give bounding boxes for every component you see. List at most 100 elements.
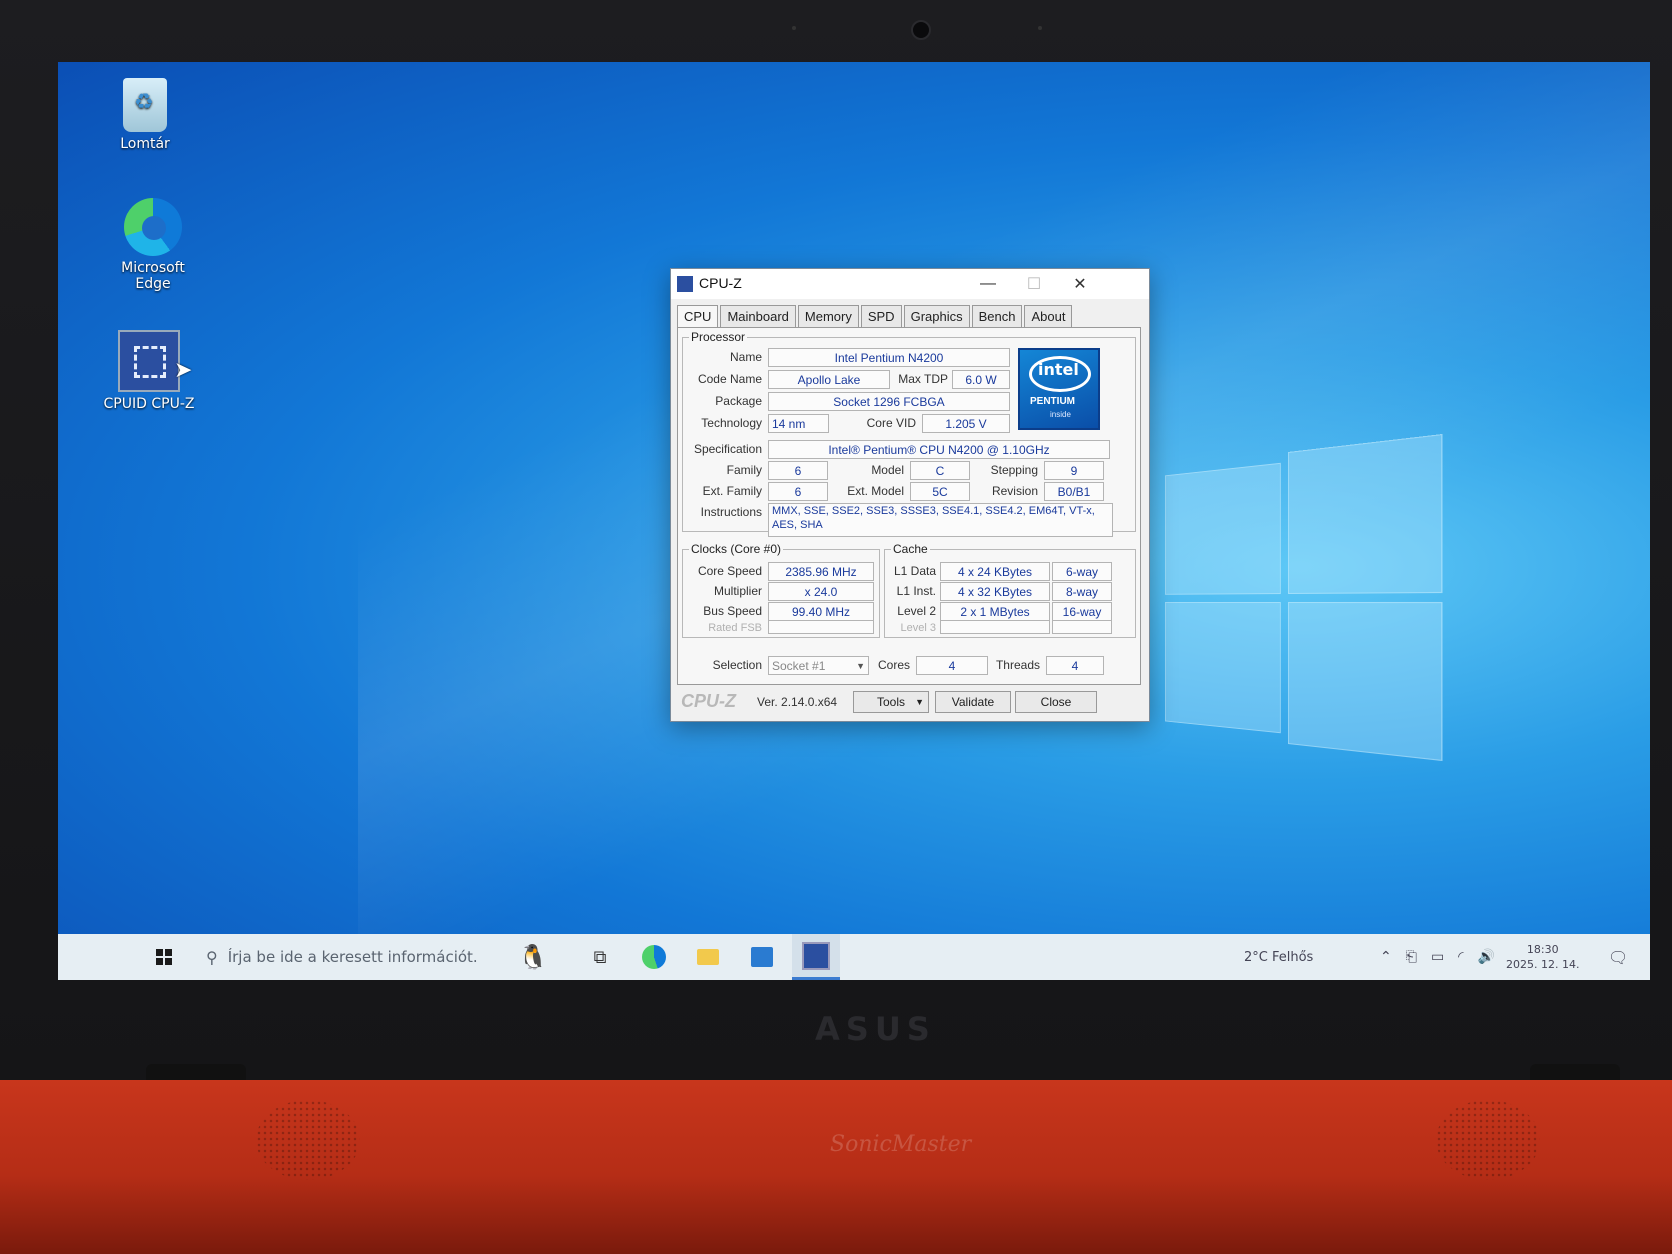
tab-strip: CPU Mainboard Memory SPD Graphics Bench … bbox=[677, 305, 1074, 327]
instructions-value: MMX, SSE, SSE2, SSE3, SSSE3, SSE4.1, SSE… bbox=[768, 503, 1113, 537]
notification-icon[interactable]: 🗨 bbox=[1608, 934, 1628, 980]
mouse-cursor-icon: ➤ bbox=[174, 358, 193, 383]
taskbar-cpuz-button[interactable] bbox=[792, 934, 840, 980]
level3-label: Level 3 bbox=[900, 622, 936, 634]
processor-legend: Processor bbox=[691, 330, 746, 344]
recycle-bin-icon bbox=[123, 78, 167, 132]
selection-dropdown[interactable]: Socket #1 ▼ bbox=[768, 656, 869, 675]
system-tray: ⌃ ⎗ ▭ ◜ 🔊 bbox=[1380, 934, 1495, 980]
multiplier-value: x 24.0 bbox=[768, 582, 874, 601]
windows-wallpaper-logo bbox=[1165, 434, 1443, 769]
windows-start-icon bbox=[156, 949, 172, 965]
weather-widget[interactable]: 2°C Felhős bbox=[1244, 934, 1313, 980]
family-value: 6 bbox=[768, 461, 828, 480]
tab-about[interactable]: About bbox=[1024, 305, 1073, 327]
codename-label: Code Name bbox=[697, 372, 762, 386]
extmodel-label: Ext. Model bbox=[847, 484, 904, 498]
close-window-button[interactable]: ✕ bbox=[1057, 269, 1103, 299]
corespeed-label: Core Speed bbox=[697, 564, 762, 578]
ratedfsb-label: Rated FSB bbox=[708, 622, 762, 634]
task-view-icon[interactable]: ⧉ bbox=[578, 934, 622, 980]
family-label: Family bbox=[726, 463, 762, 477]
l1data-way: 6-way bbox=[1052, 562, 1112, 581]
desktop-icon-edge[interactable]: Microsoft Edge bbox=[98, 198, 208, 292]
tools-label: Tools bbox=[876, 695, 905, 709]
threads-label: Threads bbox=[995, 658, 1040, 672]
instructions-label: Instructions bbox=[700, 505, 762, 519]
keyboard-deck: SonicMaster bbox=[0, 1080, 1672, 1254]
search-highlight-icon[interactable]: 🐧 bbox=[498, 934, 568, 980]
minimize-button[interactable]: — bbox=[965, 269, 1011, 299]
cpuz-icon bbox=[118, 330, 180, 392]
search-icon: ⚲ bbox=[206, 947, 218, 967]
taskbar-store-button[interactable] bbox=[740, 934, 784, 980]
taskbar-search[interactable]: ⚲ Írja be ide a keresett információt. bbox=[206, 940, 546, 974]
extfamily-value: 6 bbox=[768, 482, 828, 501]
multiplier-label: Multiplier bbox=[713, 584, 762, 598]
taskbar-edge-button[interactable] bbox=[632, 934, 676, 980]
level3-value bbox=[940, 620, 1050, 634]
codename-value: Apollo Lake bbox=[768, 370, 890, 389]
tab-bench[interactable]: Bench bbox=[971, 305, 1023, 327]
corevid-label: Core VID bbox=[866, 416, 916, 430]
l1inst-way: 8-way bbox=[1052, 582, 1112, 601]
corespeed-value: 2385.96 MHz bbox=[768, 562, 874, 581]
level2-label: Level 2 bbox=[897, 604, 936, 618]
window-titlebar[interactable]: CPU-Z — ☐ ✕ bbox=[671, 269, 1149, 299]
intel-logo-text: intel bbox=[1038, 360, 1079, 379]
pentium-logo-text: PENTIUM bbox=[1030, 396, 1075, 407]
volume-icon[interactable]: 🔊 bbox=[1478, 949, 1495, 965]
close-button[interactable]: Close bbox=[1015, 691, 1097, 713]
chevron-up-icon[interactable]: ⌃ bbox=[1380, 949, 1392, 965]
desktop-icon-label: Lomtár bbox=[120, 136, 170, 152]
battery-icon[interactable]: ▭ bbox=[1431, 949, 1444, 965]
desktop-icon-label: Microsoft bbox=[121, 260, 185, 276]
tab-cpu[interactable]: CPU bbox=[677, 305, 719, 327]
cpuz-window: CPU-Z — ☐ ✕ CPU Mainboard Memory SPD Gra… bbox=[670, 268, 1150, 722]
validate-button[interactable]: Validate bbox=[935, 691, 1011, 713]
tab-memory[interactable]: Memory bbox=[797, 305, 859, 327]
device-icon[interactable]: ⎗ bbox=[1406, 949, 1417, 965]
edge-icon bbox=[642, 945, 666, 969]
spec-label: Specification bbox=[693, 442, 762, 456]
tab-mainboard[interactable]: Mainboard bbox=[720, 305, 796, 327]
level3-way bbox=[1052, 620, 1112, 634]
tab-graphics[interactable]: Graphics bbox=[903, 305, 970, 327]
window-title: CPU-Z bbox=[699, 275, 742, 291]
busspeed-label: Bus Speed bbox=[703, 604, 762, 618]
taskbar-explorer-button[interactable] bbox=[686, 934, 730, 980]
cache-legend: Cache bbox=[893, 542, 928, 556]
wifi-icon[interactable]: ◜ bbox=[1458, 949, 1463, 965]
extmodel-value: 5C bbox=[910, 482, 970, 501]
clock[interactable]: 18:30 2025. 12. 14. bbox=[1506, 934, 1579, 980]
cores-value: 4 bbox=[916, 656, 988, 675]
level2-way: 16-way bbox=[1052, 602, 1112, 621]
store-icon bbox=[751, 947, 773, 967]
name-label: Name bbox=[729, 350, 762, 364]
revision-label: Revision bbox=[991, 484, 1038, 498]
cpu-tab-panel: Processor Name Intel Pentium N4200 Code … bbox=[677, 327, 1141, 685]
l1inst-label: L1 Inst. bbox=[896, 584, 936, 598]
instructions-line: AES, SHA bbox=[772, 519, 823, 531]
cpuz-app-icon bbox=[677, 276, 693, 292]
start-button[interactable] bbox=[142, 934, 186, 980]
tools-button[interactable]: Tools ▼ bbox=[853, 691, 929, 713]
tab-spd[interactable]: SPD bbox=[860, 305, 902, 327]
bezel-sensor bbox=[1038, 26, 1042, 30]
sonicmaster-logo: SonicMaster bbox=[830, 1132, 972, 1157]
maximize-button[interactable]: ☐ bbox=[1011, 269, 1057, 299]
instructions-line: MMX, SSE, SSE2, SSE3, SSSE3, SSE4.1, SSE… bbox=[772, 505, 1095, 517]
l1data-value: 4 x 24 KBytes bbox=[940, 562, 1050, 581]
speaker-grille-left bbox=[256, 1100, 360, 1180]
taskbar: ⚲ Írja be ide a keresett információt. 🐧 … bbox=[58, 934, 1650, 980]
l1inst-value: 4 x 32 KBytes bbox=[940, 582, 1050, 601]
maxtdp-value: 6.0 W bbox=[952, 370, 1010, 389]
speaker-grille-right bbox=[1436, 1100, 1540, 1180]
stepping-value: 9 bbox=[1044, 461, 1104, 480]
edge-icon bbox=[124, 198, 182, 256]
intel-pentium-logo: intel PENTIUM inside bbox=[1018, 348, 1100, 430]
selection-value: Socket #1 bbox=[772, 658, 826, 673]
cpuz-footer-logo: CPU-Z bbox=[681, 691, 736, 711]
desktop-icon-label: CPUID CPU-Z bbox=[103, 396, 195, 412]
desktop-icon-recycle-bin[interactable]: Lomtár bbox=[90, 78, 200, 152]
